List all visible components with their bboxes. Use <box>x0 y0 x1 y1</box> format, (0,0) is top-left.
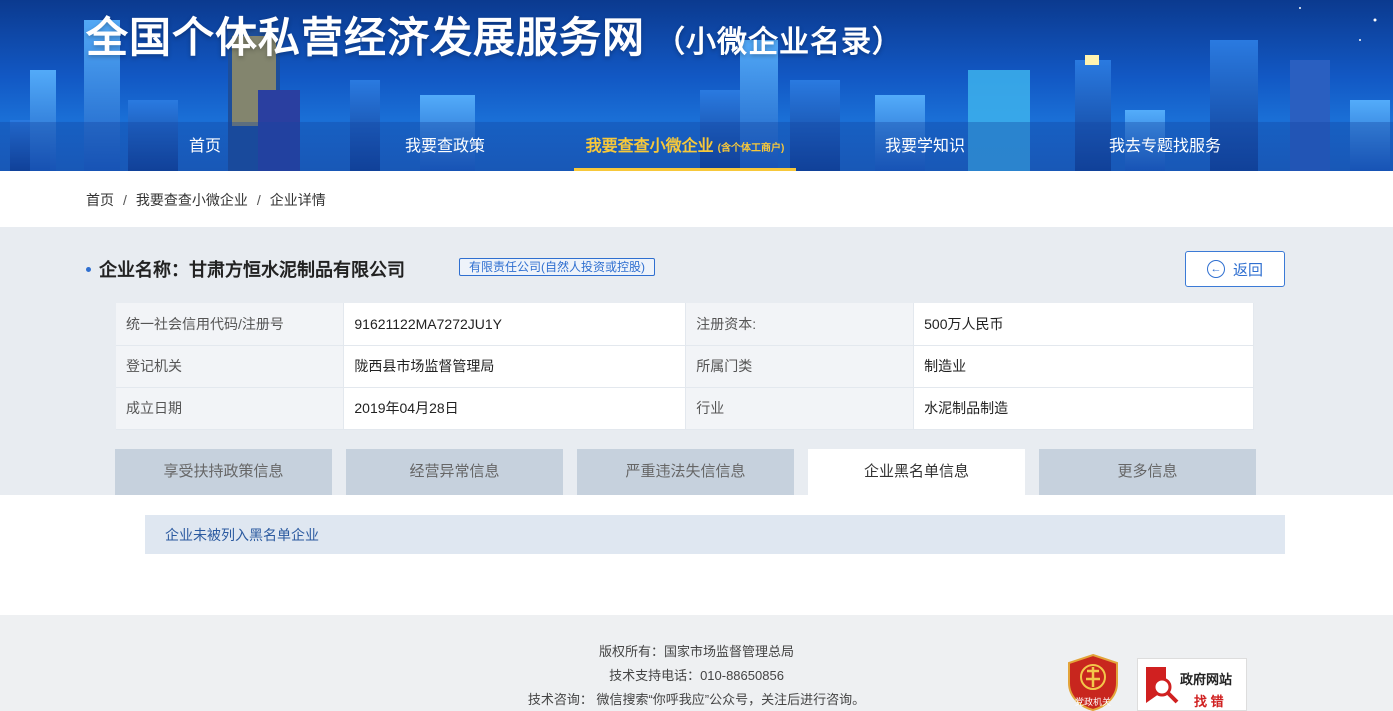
tab-abnormal-operation[interactable]: 经营异常信息 <box>346 449 563 495</box>
party-gov-badge-text: 党政机关 <box>1075 696 1111 708</box>
nav-item-knowledge[interactable]: 我要学知识 <box>870 122 980 171</box>
table-row: 统一社会信用代码/注册号 91621122MA7272JU1Y 注册资本: 50… <box>116 303 1254 346</box>
tab-blacklist[interactable]: 企业黑名单信息 <box>808 449 1025 495</box>
nav-item-label: 我去专题找服务 <box>1108 138 1221 155</box>
company-info-table: 统一社会信用代码/注册号 91621122MA7272JU1Y 注册资本: 50… <box>116 303 1254 430</box>
table-row: 登记机关 陇西县市场监督管理局 所属门类 制造业 <box>116 345 1254 388</box>
breadcrumb-home[interactable]: 首页 <box>86 192 114 208</box>
breadcrumb-separator: / <box>256 192 261 208</box>
info-value: 91621122MA7272JU1Y <box>343 303 687 346</box>
company-name: 甘肃方恒水泥制品有限公司 <box>189 260 405 280</box>
nav-item-label: 我要查查小微企业 <box>585 138 714 155</box>
bullet-dot <box>86 266 91 272</box>
nav-item-special-services[interactable]: 我去专题找服务 <box>1095 122 1235 171</box>
site-title-text: 全国个体私营经济发展服务网 <box>86 14 646 61</box>
breadcrumb-separator: / <box>123 192 127 208</box>
company-type-badge: 有限责任公司(自然人投资或控股) <box>459 258 655 276</box>
breadcrumb: 首页 / 我要查查小微企业 / 企业详情 <box>86 190 326 210</box>
blacklist-result: 企业未被列入黑名单企业 <box>145 515 1285 554</box>
info-value: 500万人民币 <box>913 303 1254 346</box>
tab-more-info[interactable]: 更多信息 <box>1039 449 1256 495</box>
info-label: 所属门类 <box>685 345 915 388</box>
back-button[interactable]: ← 返回 <box>1185 251 1285 287</box>
breadcrumb-enterprise[interactable]: 我要查查小微企业 <box>136 192 248 208</box>
info-label: 行业 <box>685 387 915 430</box>
info-label: 登记机关 <box>116 345 345 388</box>
magnifier-icon <box>1146 667 1179 704</box>
company-name-label: 企业名称： <box>99 260 189 280</box>
info-value: 2019年04月28日 <box>343 387 687 430</box>
nav-item-label: 我要查政策 <box>404 138 485 155</box>
find-error-label: 找 错 <box>1194 694 1224 709</box>
info-label: 统一社会信用代码/注册号 <box>116 303 345 346</box>
nav-item-note: (含个体工商户) <box>717 143 785 154</box>
company-title: 企业名称：甘肃方恒水泥制品有限公司 <box>86 256 405 282</box>
info-value: 水泥制品制造 <box>913 387 1254 430</box>
back-button-label: 返回 <box>1232 261 1263 279</box>
party-gov-badge[interactable]: 党政机关 <box>1067 653 1119 711</box>
info-label: 注册资本: <box>685 303 915 346</box>
site-title: 全国个体私营经济发展服务网 （小微企业名录） <box>86 4 903 65</box>
tab-serious-violation[interactable]: 严重违法失信信息 <box>577 449 794 495</box>
nav-item-policy[interactable]: 我要查政策 <box>390 122 500 171</box>
table-row: 成立日期 2019年04月28日 行业 水泥制品制造 <box>116 387 1254 430</box>
nav-item-enterprise-search[interactable]: 我要查查小微企业 (含个体工商户) <box>574 122 796 171</box>
tab-support-policy[interactable]: 享受扶持政策信息 <box>115 449 332 495</box>
nav-item-home[interactable]: 首页 <box>172 122 238 171</box>
nav-item-label: 首页 <box>188 138 221 155</box>
info-value: 制造业 <box>913 345 1254 388</box>
gov-site-label: 政府网站 <box>1180 672 1233 687</box>
breadcrumb-current: 企业详情 <box>269 192 326 208</box>
gov-site-error-report-badge[interactable]: 政府网站 找 错 <box>1137 658 1247 711</box>
nav-item-label: 我要学知识 <box>884 138 965 155</box>
site-subtitle: （小微企业名录） <box>655 26 904 59</box>
info-label: 成立日期 <box>116 387 345 430</box>
arrow-left-circle-icon: ← <box>1206 260 1225 278</box>
info-value: 陇西县市场监督管理局 <box>343 345 687 388</box>
